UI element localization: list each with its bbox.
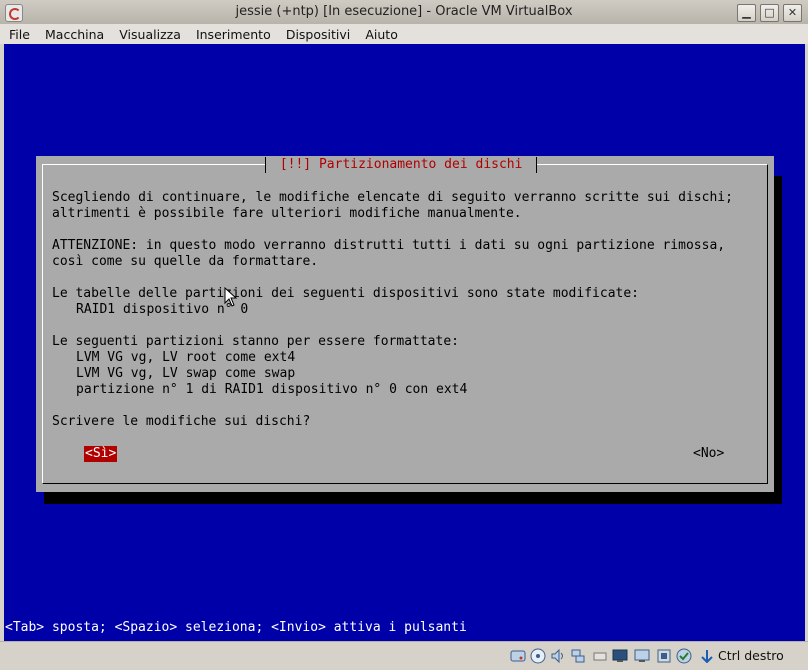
display-icon[interactable] (634, 648, 650, 664)
menu-devices[interactable]: Dispositivi (281, 25, 355, 43)
maximize-button[interactable]: □ (760, 4, 779, 22)
dialog-text-line: RAID1 dispositivo n° 0 (76, 302, 249, 317)
vm-screen[interactable]: [!!] Partizionamento dei dischi Sceglien… (4, 44, 805, 641)
partition-dialog: [!!] Partizionamento dei dischi Sceglien… (36, 156, 774, 492)
menu-file[interactable]: File (4, 25, 35, 43)
dialog-text-line: Le seguenti partizioni stanno per essere… (52, 334, 459, 349)
hard-disk-icon[interactable] (510, 648, 526, 664)
dialog-question: Scrivere le modifiche sui dischi? (52, 414, 311, 429)
mouse-pointer-icon (224, 287, 238, 307)
dialog-text-line: altrimenti è possibile fare ulteriori mo… (52, 206, 522, 221)
mouse-integration-icon[interactable] (700, 649, 714, 663)
dialog-text-line: Le tabelle delle partizioni dei seguenti… (52, 286, 639, 301)
close-button[interactable]: ✕ (783, 4, 802, 22)
dialog-text-line: partizione n° 1 di RAID1 dispositivo n° … (76, 382, 468, 397)
menu-machine[interactable]: Macchina (40, 25, 109, 43)
dialog-title: [!!] Partizionamento dei dischi (265, 157, 538, 173)
dialog-text-line: LVM VG vg, LV root come ext4 (76, 350, 296, 365)
dialog-text-line: ATTENZIONE: in questo modo verranno dist… (52, 238, 726, 253)
menu-bar: File Macchina Visualizza Inserimento Dis… (0, 24, 808, 44)
vbox-statusbar: Ctrl destro (0, 641, 808, 670)
dialog-text-line: Scegliendo di continuare, le modifiche e… (52, 190, 733, 205)
virtualization-icon[interactable] (676, 648, 692, 664)
window-title: jessie (+ntp) [In esecuzione] - Oracle V… (235, 4, 573, 19)
installer-help-line: <Tab> sposta; <Spazio> seleziona; <Invio… (5, 620, 467, 635)
shared-folders-icon[interactable] (612, 648, 628, 664)
network-icon[interactable] (570, 648, 586, 664)
window-titlebar[interactable]: jessie (+ntp) [In esecuzione] - Oracle V… (0, 0, 808, 25)
minimize-button[interactable]: ▁ (737, 4, 756, 22)
audio-icon[interactable] (550, 648, 566, 664)
video-capture-icon[interactable] (656, 648, 672, 664)
menu-help[interactable]: Aiuto (360, 25, 403, 43)
dialog-text-line: così come su quelle da formattare. (52, 254, 319, 269)
no-button[interactable]: <No> (693, 446, 724, 462)
usb-icon[interactable] (592, 648, 608, 664)
yes-button[interactable]: <Sì> (84, 446, 118, 462)
host-key-label: Ctrl destro (718, 648, 784, 663)
menu-view[interactable]: Visualizza (114, 25, 186, 43)
optical-drive-icon[interactable] (530, 648, 546, 664)
dialog-text-line: LVM VG vg, LV swap come swap (76, 366, 296, 381)
menu-input[interactable]: Inserimento (191, 25, 276, 43)
